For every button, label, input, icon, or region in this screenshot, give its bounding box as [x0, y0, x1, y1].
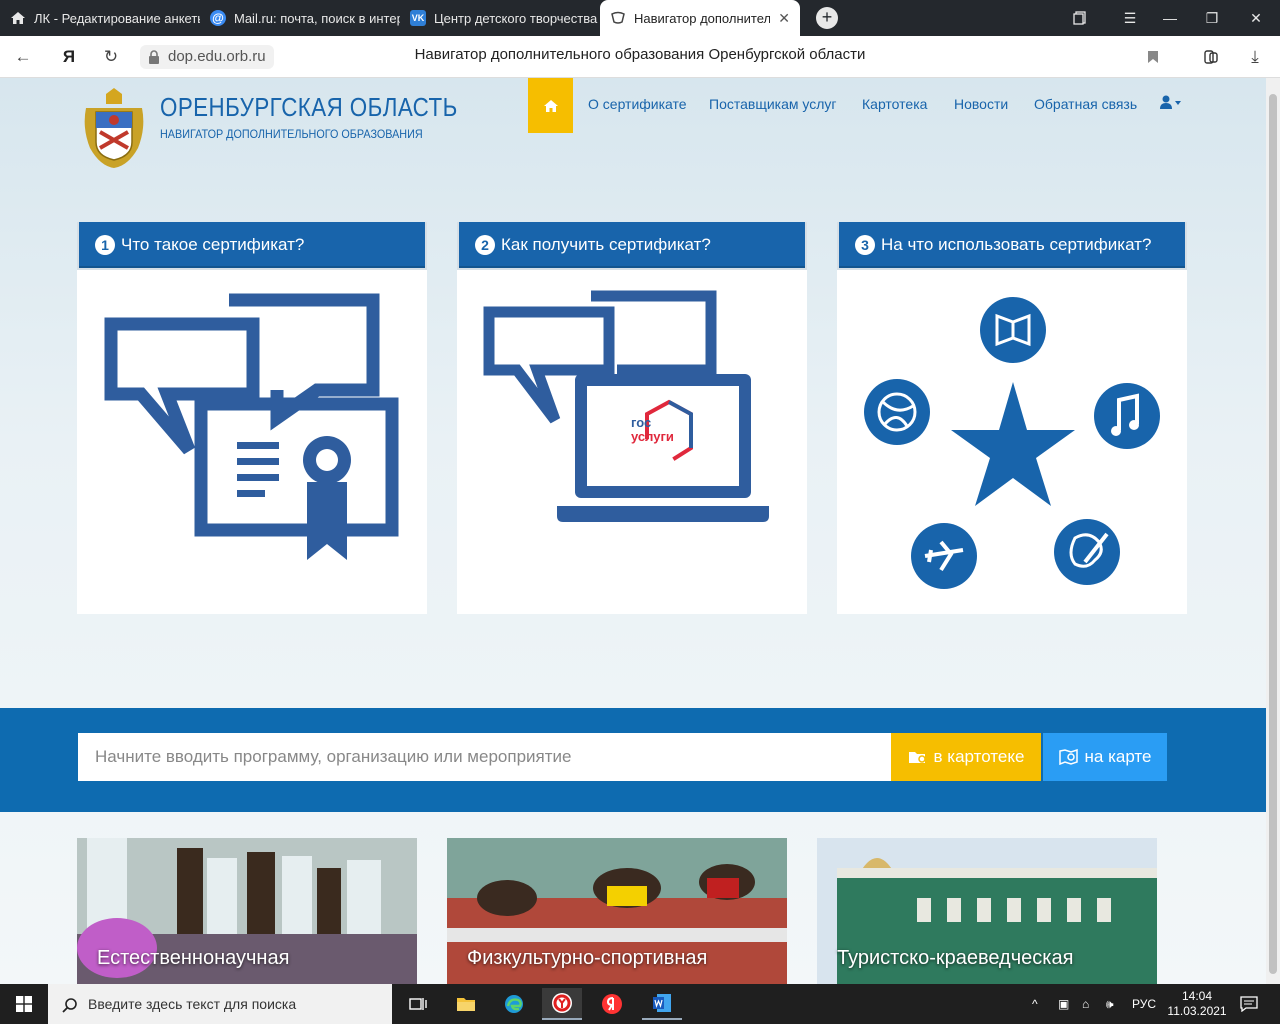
nav-about-certificate[interactable]: О сертификате — [588, 96, 687, 112]
task-view-icon[interactable] — [398, 988, 438, 1020]
tab-navigator[interactable]: Навигатор дополнительного образования ✕ — [600, 0, 800, 36]
map-search-icon — [1058, 749, 1078, 765]
browser-tab-bar: ЛК - Редактирование анкеты @ Mail.ru: по… — [0, 0, 1280, 36]
nav-feedback[interactable]: Обратная связь — [1034, 96, 1137, 112]
download-icon[interactable]: ⤓ — [1244, 46, 1266, 68]
tray-chevron-icon[interactable]: ^ — [1032, 984, 1038, 1024]
clock-time: 14:04 — [1181, 989, 1213, 1003]
language-indicator[interactable]: РУС — [1132, 984, 1156, 1024]
menu-icon[interactable]: ☰ — [1110, 0, 1150, 36]
search-input[interactable]: Начните вводить программу, организацию и… — [78, 733, 891, 781]
home-icon — [543, 99, 558, 112]
region-crest-logo — [84, 88, 144, 168]
user-menu-button[interactable] — [1160, 95, 1182, 112]
card-header: 2 Как получить сертификат? — [457, 222, 807, 270]
address-bar: ← Я ↻ dop.edu.orb.ru Навигатор дополните… — [0, 36, 1280, 78]
tile-natural-science[interactable]: Естественнонаучная — [77, 838, 417, 984]
navigator-icon — [610, 10, 626, 26]
home-nav-button[interactable] — [528, 78, 573, 133]
tile-tourism[interactable]: Туристско-краеведческая — [817, 838, 1157, 984]
step-number: 1 — [95, 235, 115, 255]
user-icon — [1160, 95, 1181, 109]
card-header: 3 На что использовать сертификат? — [837, 222, 1187, 270]
search-icon — [62, 984, 78, 1024]
close-window-icon[interactable]: ✕ — [1236, 0, 1276, 36]
minimize-icon[interactable]: — — [1150, 0, 1190, 36]
file-explorer-icon[interactable] — [446, 988, 486, 1020]
clock-date: 11.03.2021 — [1167, 1004, 1227, 1018]
search-on-map-button[interactable]: на карте — [1043, 733, 1167, 781]
map-button-label: на карте — [1084, 747, 1152, 766]
card-how-to-get[interactable]: 2 Как получить сертификат? гос услуги — [457, 222, 807, 614]
tile-sports[interactable]: Физкультурно-спортивная — [447, 838, 787, 984]
nav-catalog[interactable]: Картотека — [862, 96, 927, 112]
vk-icon: VK — [410, 10, 426, 26]
search-band: Начните вводить программу, организацию и… — [0, 708, 1266, 812]
nav-news[interactable]: Новости — [954, 96, 1008, 112]
tab-mail[interactable]: @ Mail.ru: почта, поиск в интернете — [200, 0, 400, 36]
new-tab-button[interactable]: + — [816, 7, 838, 29]
card-title: На что использовать сертификат? — [881, 235, 1152, 254]
tab-title: ЛК - Редактирование анкеты — [34, 10, 200, 26]
gosuslugi-logo: гос услуги — [631, 416, 674, 444]
tab-title: Центр детского творчества — [434, 10, 598, 26]
home-icon — [10, 10, 26, 26]
mail-at-icon: @ — [210, 10, 226, 26]
taskbar-search-input[interactable]: Введите здесь текст для поиска — [48, 984, 392, 1024]
page-title: Навигатор дополнительного образования Ор… — [414, 46, 866, 63]
tab-title: Навигатор дополнительного образования — [634, 10, 771, 26]
card-title: Что такое сертификат? — [121, 235, 305, 254]
notifications-icon[interactable] — [1240, 984, 1258, 1024]
catalog-button-label: в картотеке — [933, 747, 1025, 766]
card-title: Как получить сертификат? — [501, 235, 711, 254]
brand-subtitle: НАВИГАТОР ДОПОЛНИТЕЛЬНОГО ОБРАЗОВАНИЯ — [160, 127, 423, 141]
scrollbar-thumb[interactable] — [1269, 94, 1277, 974]
logo-line-1: гос — [631, 415, 652, 430]
certificate-chat-icon — [104, 293, 399, 560]
protect-icon[interactable] — [1200, 46, 1222, 68]
tab-lk[interactable]: ЛК - Редактирование анкеты — [0, 0, 200, 36]
step-number: 2 — [475, 235, 495, 255]
folder-search-icon — [908, 752, 926, 763]
network-icon[interactable]: ⌂ — [1082, 984, 1089, 1024]
yandex-app-icon[interactable] — [592, 988, 632, 1020]
restore-icon[interactable]: ❐ — [1192, 0, 1232, 36]
clock[interactable]: 14:04 11.03.2021 — [1167, 984, 1227, 1024]
yandex-browser-icon[interactable] — [542, 988, 582, 1020]
page-scrollbar[interactable] — [1266, 78, 1280, 984]
tab-vk[interactable]: VK Центр детского творчества — [400, 0, 600, 36]
close-tab-icon[interactable]: ✕ — [778, 10, 790, 27]
tile-label: Физкультурно-спортивная — [467, 947, 708, 969]
bookmark-icon[interactable] — [1142, 46, 1164, 68]
star-activities-icon — [864, 297, 1160, 589]
edge-browser-icon[interactable] — [494, 988, 534, 1020]
windows-start-icon[interactable] — [4, 988, 44, 1020]
page-content: ОРЕНБУРГСКАЯ ОБЛАСТЬ НАВИГАТОР ДОПОЛНИТЕ… — [0, 78, 1266, 984]
tile-label: Естественнонаучная — [97, 947, 290, 969]
step-number: 3 — [855, 235, 875, 255]
taskbar: Введите здесь текст для поиска ^ ▣ ⌂ 🕪 Р… — [0, 984, 1280, 1024]
search-in-catalog-button[interactable]: в картотеке — [891, 733, 1041, 781]
brand-title[interactable]: ОРЕНБУРГСКАЯ ОБЛАСТЬ — [160, 92, 458, 123]
tab-title: Mail.ru: почта, поиск в интернете — [234, 10, 400, 26]
tile-label: Туристско-краеведческая — [837, 947, 1074, 969]
card-header: 1 Что такое сертификат? — [77, 222, 427, 270]
volume-icon[interactable]: 🕪 — [1106, 984, 1114, 1024]
nav-providers[interactable]: Поставщикам услуг — [709, 96, 837, 112]
word-icon[interactable] — [642, 988, 682, 1020]
tray-meet-icon[interactable]: ▣ — [1058, 984, 1069, 1024]
taskbar-search-placeholder: Введите здесь текст для поиска — [88, 996, 297, 1012]
card-what-is-certificate[interactable]: 1 Что такое сертификат? — [77, 222, 427, 614]
card-what-to-use[interactable]: 3 На что использовать сертификат? — [837, 222, 1187, 614]
bookmarks-tab-icon[interactable] — [1060, 0, 1100, 36]
logo-line-2: услуги — [631, 429, 674, 444]
